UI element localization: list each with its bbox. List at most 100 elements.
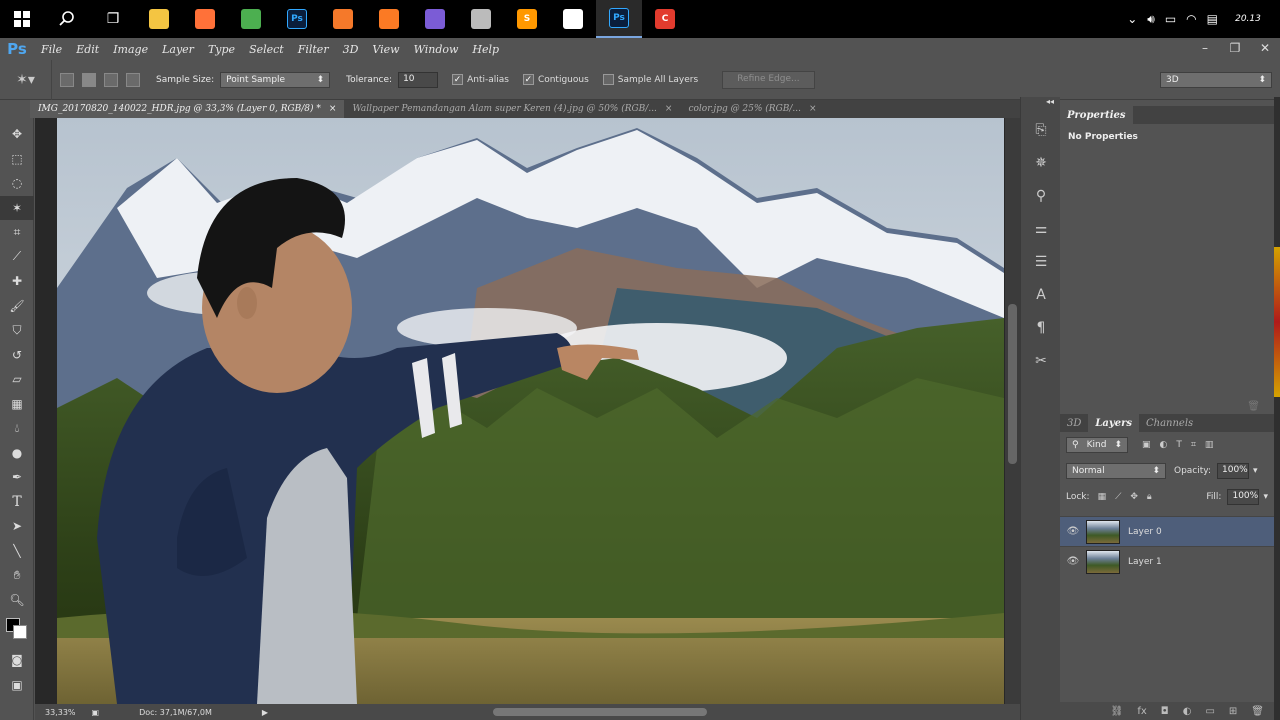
swatches-panel-icon[interactable]: ☰ [1021,245,1061,278]
blur-tool-icon[interactable]: 💧︎ [0,416,34,441]
tab-channels[interactable]: Channels [1139,414,1200,432]
marquee-tool-icon[interactable]: ⬚ [0,147,34,172]
taskbar-app-0[interactable]: ❐ [90,0,136,38]
gradient-tool-icon[interactable]: ▦ [0,392,34,417]
taskbar-app-4[interactable]: Ps [274,0,320,38]
menu-type[interactable]: Type [201,43,242,56]
menu-help[interactable]: Help [465,43,506,56]
hand-tool-icon[interactable]: ✋︎ [0,563,34,588]
horizontal-scroll-thumb[interactable] [493,708,707,716]
notification-icon[interactable]: ▤ [1207,12,1218,26]
vertical-scroll-thumb[interactable] [1008,304,1017,464]
minimize-icon[interactable]: – [1190,38,1220,60]
tab-layers[interactable]: Layers [1088,414,1139,432]
adjustments-panel-icon[interactable]: ⚌ [1021,212,1061,245]
status-menu-arrow-icon[interactable]: ▶ [262,708,268,717]
type-tool-icon[interactable]: T [0,490,34,515]
fill-dropdown-icon[interactable]: ▾ [1263,492,1268,502]
new-group-icon[interactable]: ▭ [1205,706,1214,717]
layer-style-icon[interactable]: fx [1137,706,1146,717]
move-tool-icon[interactable]: ✥ [0,122,34,147]
new-layer-icon[interactable]: ⊞ [1229,706,1237,717]
windows-start-button[interactable] [0,0,44,38]
paragraph-panel-icon[interactable]: ¶ [1021,311,1061,344]
background-color-swatch[interactable] [13,625,27,639]
taskbar-app-11[interactable]: Ps [596,0,642,38]
canvas-area[interactable] [35,118,1020,704]
menu-3d[interactable]: 3D [336,43,366,56]
taskbar-app-7[interactable] [412,0,458,38]
adjustment-layer-icon[interactable]: ◐ [1183,706,1192,717]
close-icon[interactable]: × [329,104,337,114]
vertical-scrollbar[interactable] [1005,118,1020,704]
clock[interactable]: 20.13 [1228,14,1268,24]
magic-wand-preset-icon[interactable]: ✶▾ [0,59,52,100]
path-selection-tool-icon[interactable]: ➤ [0,514,34,539]
battery-icon[interactable]: ▭ [1165,12,1176,26]
tab-3d[interactable]: 3D [1060,414,1088,432]
new-selection-mode[interactable] [60,72,74,87]
clone-stamp-tool-icon[interactable]: ⛉ [0,318,34,343]
menu-image[interactable]: Image [106,43,155,56]
opacity-input[interactable]: 100% [1217,463,1249,479]
trash-icon[interactable]: 🗑︎ [1247,401,1260,412]
subtract-selection-mode[interactable] [104,72,118,87]
opacity-dropdown-icon[interactable]: ▾ [1253,466,1258,476]
search-button[interactable] [44,0,90,38]
wifi-icon[interactable]: ◠ [1186,12,1196,26]
filter-type-icons[interactable]: ▣◐T⌗▥ [1142,440,1222,450]
screen-mode-icon[interactable]: ▣ [0,673,34,698]
healing-brush-tool-icon[interactable]: ✚ [0,269,34,294]
collapse-dock-icon[interactable]: ◂◂ [1021,97,1060,113]
taskbar-app-2[interactable] [182,0,228,38]
status-info-icon[interactable]: ▣ [92,708,100,717]
tolerance-input[interactable]: 10 [398,71,439,88]
tool-presets-panel-icon[interactable]: ⚲ [1021,179,1061,212]
menu-filter[interactable]: Filter [291,43,336,56]
eyedropper-tool-icon[interactable]: ⟋ [0,245,34,270]
taskbar-app-10[interactable] [550,0,596,38]
add-mask-icon[interactable]: ◘ [1161,706,1169,717]
visibility-eye-icon[interactable]: 👁︎ [1060,526,1086,537]
zoom-tool-icon[interactable]: 🔍︎ [0,588,34,613]
anti-alias-checkbox[interactable]: ✓ [452,74,464,85]
layer-row[interactable]: 👁︎ Layer 1 [1060,546,1274,576]
character-panel-icon[interactable]: A [1021,278,1061,311]
layer-name[interactable]: Layer 0 [1128,527,1162,537]
crop-tool-icon[interactable]: ⌗ [0,220,34,245]
menu-edit[interactable]: Edit [69,43,106,56]
taskbar-app-1[interactable] [136,0,182,38]
history-brush-tool-icon[interactable]: ↺ [0,343,34,368]
delete-layer-icon[interactable]: 🗑︎ [1251,706,1264,717]
contiguous-checkbox[interactable]: ✓ [522,74,534,85]
intersect-selection-mode[interactable] [126,72,140,87]
eraser-tool-icon[interactable]: ▱ [0,367,34,392]
menu-select[interactable]: Select [242,43,291,56]
document-image[interactable] [57,118,1004,704]
sample-all-layers-checkbox[interactable] [602,74,614,85]
brush-tool-icon[interactable]: 🖌︎ [0,294,34,319]
tools-panel-icon[interactable]: ✂ [1021,344,1061,377]
lasso-tool-icon[interactable]: ◌ [0,171,34,196]
menu-file[interactable]: File [34,43,69,56]
document-tab-2[interactable]: color.jpg @ 25% (RGB/... × [680,100,824,118]
color-swatches[interactable] [0,612,33,648]
tab-properties[interactable]: Properties [1060,106,1133,124]
menu-view[interactable]: View [365,43,406,56]
line-tool-icon[interactable]: ╲ [0,539,34,564]
history-panel-icon[interactable]: ⎘ [1021,113,1061,146]
taskbar-app-5[interactable] [320,0,366,38]
close-icon[interactable]: ✕ [1250,38,1280,60]
taskbar-app-12[interactable]: C [642,0,688,38]
sample-size-select[interactable]: Point Sample ⬍ [220,71,331,88]
kind-filter-select[interactable]: ⚲ Kind ⬍ [1066,437,1128,453]
chevron-up-icon[interactable]: ⌄ [1127,12,1137,26]
pen-tool-icon[interactable]: ✒ [0,465,34,490]
restore-icon[interactable]: ❐ [1220,38,1250,60]
taskbar-app-9[interactable]: S [504,0,550,38]
taskbar-app-6[interactable] [366,0,412,38]
volume-icon[interactable]: 🔊︎ [1147,12,1155,27]
layer-name[interactable]: Layer 1 [1128,557,1162,567]
close-icon[interactable]: × [665,104,673,114]
quick-mask-icon[interactable]: ◙ [0,648,34,673]
